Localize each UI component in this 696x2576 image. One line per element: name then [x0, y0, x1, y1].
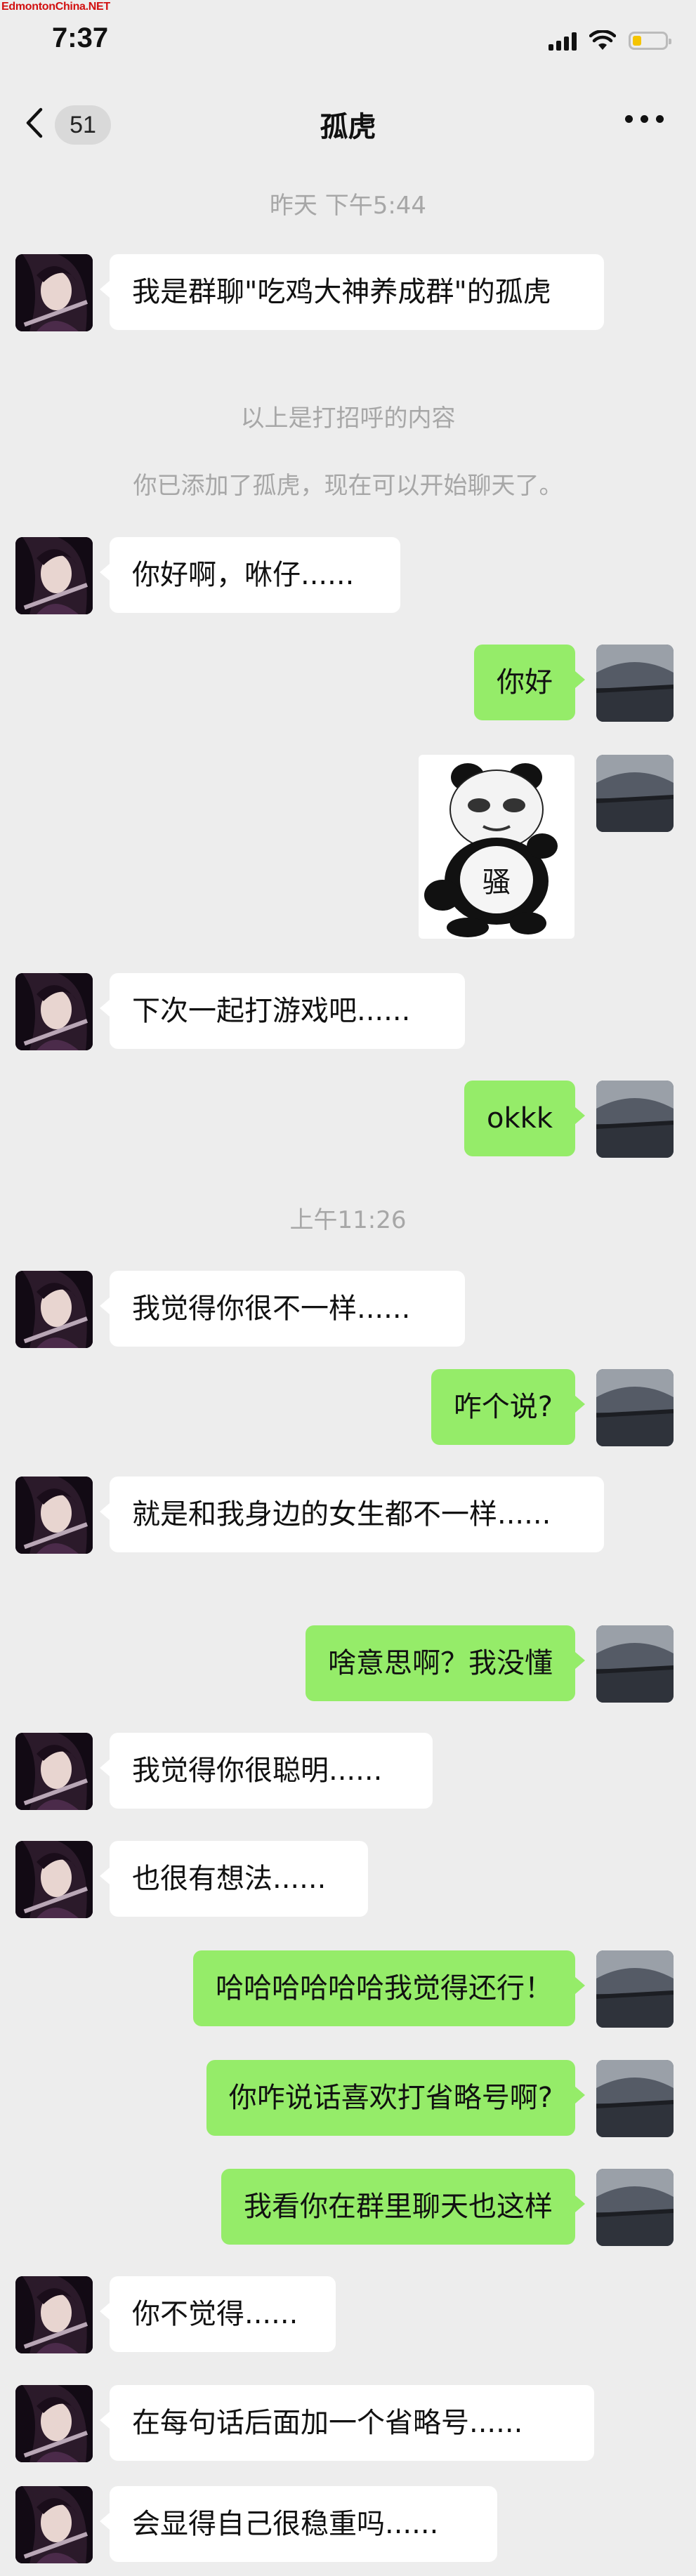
sticker-caption: 骚 — [482, 866, 511, 899]
timestamp: 昨天 下午5:44 — [269, 192, 427, 220]
incoming-message: 我是群聊"吃鸡大神养成群"的孤虎 — [100, 254, 604, 330]
my-avatar[interactable] — [596, 2060, 674, 2137]
my-avatar[interactable] — [596, 2169, 674, 2246]
incoming-message: 会显得自己很稳重吗...... — [100, 2486, 497, 2562]
friend-avatar[interactable] — [15, 1733, 93, 1810]
battery-icon — [629, 32, 671, 50]
status-icons — [549, 28, 671, 53]
friend-avatar[interactable] — [15, 2276, 93, 2353]
incoming-message: 你好啊，咻仔...... — [100, 537, 400, 613]
friend-avatar[interactable] — [15, 1841, 93, 1918]
panda-meme-image: 骚 — [424, 763, 558, 937]
chat-header: 51 孤虎 — [0, 84, 696, 161]
outgoing-message: 你好 — [474, 645, 585, 720]
friend-avatar[interactable] — [15, 2385, 93, 2462]
outgoing-message: 啥意思啊？我没懂 — [306, 1625, 585, 1701]
friend-avatar[interactable] — [15, 1271, 93, 1348]
system-notice: 以上是打招呼的内容 — [240, 404, 456, 432]
outgoing-message: 你咋说话喜欢打省略号啊? — [206, 2060, 586, 2136]
incoming-message: 你不觉得...... — [100, 2276, 336, 2352]
my-avatar[interactable] — [596, 755, 674, 832]
outgoing-message: okkk — [464, 1081, 585, 1156]
my-avatar[interactable] — [596, 1950, 674, 2028]
outgoing-message: 咋个说? — [431, 1369, 586, 1445]
incoming-message: 我觉得你很聪明...... — [100, 1733, 433, 1809]
friend-avatar[interactable] — [15, 254, 93, 331]
system-notice: 你已添加了孤虎，现在可以开始聊天了。 — [133, 472, 563, 500]
timestamp: 上午11:26 — [289, 1206, 407, 1234]
friend-avatar[interactable] — [15, 1477, 93, 1554]
status-time: 7:37 — [52, 22, 109, 53]
signal-icon — [549, 31, 577, 51]
panda-sticker[interactable]: 骚 — [419, 755, 574, 939]
incoming-message: 我觉得你很不一样...... — [100, 1271, 465, 1347]
my-avatar[interactable] — [596, 1081, 674, 1158]
chat-title: 孤虎 — [320, 111, 376, 143]
outgoing-message: 哈哈哈哈哈哈我觉得还行！ — [193, 1950, 585, 2026]
incoming-message: 就是和我身边的女生都不一样...... — [100, 1477, 604, 1552]
friend-avatar[interactable] — [15, 2486, 93, 2563]
friend-avatar[interactable] — [15, 973, 93, 1050]
my-avatar[interactable] — [596, 1369, 674, 1446]
wifi-icon — [589, 30, 616, 50]
incoming-message: 下次一起打游戏吧...... — [100, 973, 465, 1049]
incoming-message: 也很有想法...... — [100, 1841, 368, 1917]
more-dots-icon[interactable] — [625, 115, 664, 123]
incoming-message: 在每句话后面加一个省略号...... — [100, 2385, 594, 2461]
friend-avatar[interactable] — [15, 537, 93, 614]
status-bar: 7:37 — [0, 0, 696, 84]
my-avatar[interactable] — [596, 1625, 674, 1703]
my-avatar[interactable] — [596, 645, 674, 722]
outgoing-message: 我看你在群里聊天也这样 — [221, 2169, 585, 2245]
